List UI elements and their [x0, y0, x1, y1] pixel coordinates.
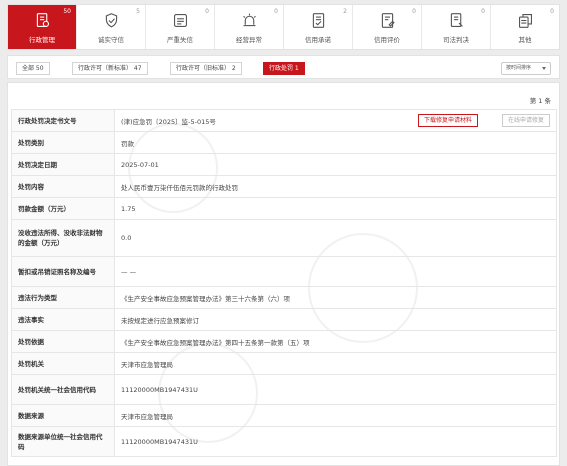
row-value: 处人民币壹万柒仟伍佰元罚款的行政处罚 [114, 175, 557, 198]
judgment-doc-icon [446, 11, 466, 31]
tab-honest[interactable]: 5 诚实守信 [77, 5, 146, 49]
tab-count: 0 [274, 8, 278, 15]
download-repair-materials-button[interactable]: 下载修复申请材料 [417, 114, 478, 127]
tab-label: 信用承诺 [305, 35, 331, 44]
record-index: 第 1 条 [529, 97, 551, 105]
table-row: 暂扣或吊销证照名称及编号 — — [11, 256, 557, 287]
table-row: 违法行为类型 《生产安全事故应急预案管理办法》第三十六条第（六）项 [11, 286, 557, 309]
table-row: 罚款金额（万元） 1.75 [11, 197, 557, 220]
tab-label: 司法判决 [443, 35, 469, 44]
row-key: 行政处罚决定书文号 [11, 109, 115, 132]
table-row: 处罚决定日期 2025-07-01 [11, 153, 557, 176]
row-value: — — [114, 256, 557, 287]
tab-count: 0 [205, 8, 209, 15]
table-row: 处罚依据 《生产安全事故应急预案管理办法》第四十五条第一款第（五）项 [11, 330, 557, 353]
filter-license-new[interactable]: 行政许可（新标准） 47 [72, 62, 148, 75]
tab-count: 5 [136, 8, 140, 15]
tab-count: 50 [63, 8, 71, 15]
document-stamp-icon [32, 11, 52, 31]
tab-label: 信用评价 [374, 35, 400, 44]
tab-label: 经营异常 [236, 35, 262, 44]
row-key: 处罚内容 [11, 175, 115, 198]
pledge-doc-icon [308, 11, 328, 31]
other-doc-icon [515, 11, 535, 31]
table-row: 处罚机关统一社会信用代码 11120000MB1947431U [11, 374, 557, 405]
tab-judicial-judgment[interactable]: 0 司法判决 [422, 5, 491, 49]
row-value: 《生产安全事故应急预案管理办法》第三十六条第（六）项 [114, 286, 557, 309]
row-value: 《生产安全事故应急预案管理办法》第四十五条第一款第（五）项 [114, 330, 557, 353]
tab-label: 行政管理 [29, 35, 55, 44]
table-row: 数据来源 天津市应急管理局 [11, 404, 557, 427]
row-key: 处罚机关 [11, 352, 115, 375]
shield-hand-icon [101, 11, 121, 31]
row-value: 11120000MB1947431U [114, 426, 557, 457]
tab-credit-pledge[interactable]: 2 信用承诺 [284, 5, 353, 49]
row-key: 数据来源 [11, 404, 115, 427]
row-value: 未按规定进行应急预案修订 [114, 308, 557, 331]
tab-count: 0 [412, 8, 416, 15]
tab-other[interactable]: 0 其他 [491, 5, 559, 49]
row-key: 暂扣或吊销证照名称及编号 [11, 256, 115, 287]
row-key: 罚款金额（万元） [11, 197, 115, 220]
row-key: 违法行为类型 [11, 286, 115, 309]
table-row: 处罚类别 罚款 [11, 131, 557, 154]
tab-admin-management[interactable]: 50 行政管理 [8, 5, 77, 49]
tab-count: 0 [550, 8, 554, 15]
decision-number: (津)应急罚〔2025〕监-5-015号 [121, 117, 216, 126]
penalty-detail-table: 行政处罚决定书文号 (津)应急罚〔2025〕监-5-015号 下载修复申请材料 … [11, 109, 557, 457]
row-key: 处罚类别 [11, 131, 115, 154]
row-key: 数据来源单位统一社会信用代码 [11, 426, 115, 457]
tab-label: 诚实守信 [98, 35, 124, 44]
tab-serious-dishonest[interactable]: 0 严重失信 [146, 5, 215, 49]
row-value: 天津市应急管理局 [114, 352, 557, 375]
penalty-detail-panel: 第 1 条 行政处罚决定书文号 (津)应急罚〔2025〕监-5-015号 下载修… [7, 82, 560, 466]
evaluation-doc-icon [377, 11, 397, 31]
tab-abnormal-operation[interactable]: 0 经营异常 [215, 5, 284, 49]
category-tabs: 50 行政管理 5 诚实守信 0 严重失信 0 经营异常 2 信用承诺 0 信用… [7, 4, 560, 50]
row-value-cell: (津)应急罚〔2025〕监-5-015号 下载修复申请材料 在线申请修复 [114, 109, 557, 132]
filter-license-old[interactable]: 行政许可（旧标准） 2 [170, 62, 242, 75]
tab-count: 0 [481, 8, 485, 15]
alert-lamp-icon [239, 11, 259, 31]
table-row: 处罚机关 天津市应急管理局 [11, 352, 557, 375]
filter-penalty[interactable]: 行政处罚 1 [263, 62, 305, 75]
table-row: 数据来源单位统一社会信用代码 11120000MB1947431U [11, 426, 557, 457]
tab-credit-evaluation[interactable]: 0 信用评价 [353, 5, 422, 49]
table-row: 行政处罚决定书文号 (津)应急罚〔2025〕监-5-015号 下载修复申请材料 … [11, 109, 557, 132]
table-row: 处罚内容 处人民币壹万柒仟伍佰元罚款的行政处罚 [11, 175, 557, 198]
row-value: 0.0 [114, 219, 557, 257]
tab-label: 其他 [518, 35, 532, 44]
row-value: 1.75 [114, 197, 557, 220]
table-row: 违法事实 未按规定进行应急预案修订 [11, 308, 557, 331]
tab-label: 严重失信 [167, 35, 193, 44]
row-value: 11120000MB1947431U [114, 374, 557, 405]
row-value: 罚款 [114, 131, 557, 154]
row-key: 处罚决定日期 [11, 153, 115, 176]
row-key: 违法事实 [11, 308, 115, 331]
warning-box-icon [170, 11, 190, 31]
row-value: 2025-07-01 [114, 153, 557, 176]
row-value: 天津市应急管理局 [114, 404, 557, 427]
row-key: 没收违法所得、没收非法财物的金额（万元） [11, 219, 115, 257]
tab-count: 2 [343, 8, 347, 15]
sort-select[interactable]: 按时间排序 [501, 62, 551, 75]
online-repair-button[interactable]: 在线申请修复 [501, 114, 550, 127]
row-key: 处罚机关统一社会信用代码 [11, 374, 115, 405]
filter-all[interactable]: 全部 50 [16, 62, 50, 75]
filter-bar: 全部 50 行政许可（新标准） 47 行政许可（旧标准） 2 行政处罚 1 按时… [7, 55, 560, 79]
table-row: 没收违法所得、没收非法财物的金额（万元） 0.0 [11, 219, 557, 257]
row-key: 处罚依据 [11, 330, 115, 353]
